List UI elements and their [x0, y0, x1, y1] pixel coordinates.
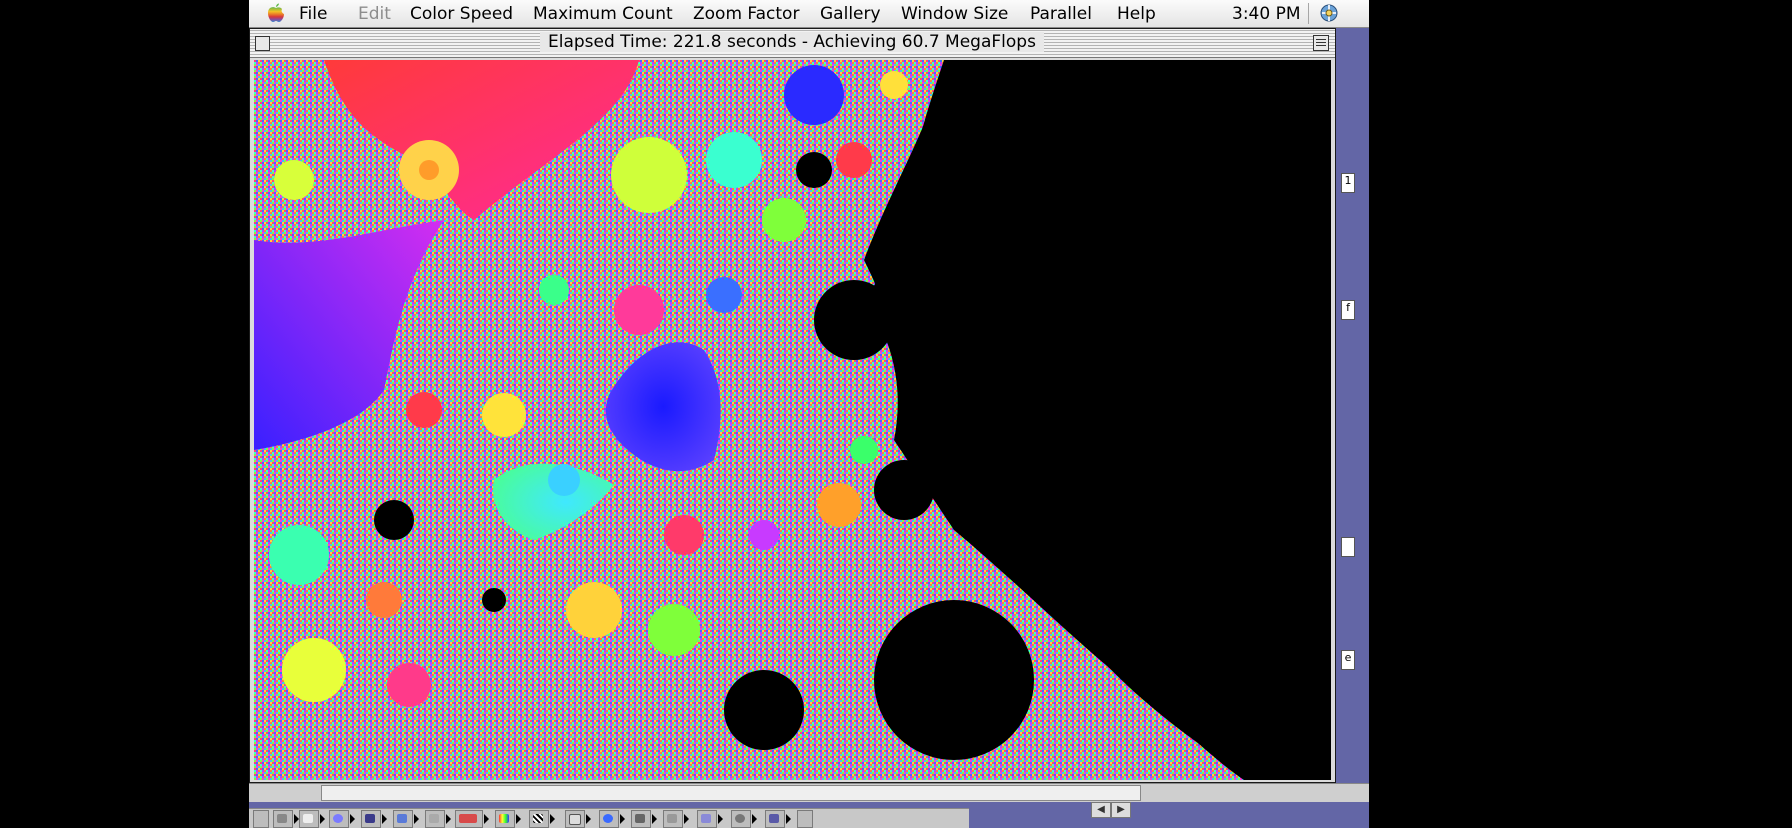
help-icon[interactable]: [731, 810, 757, 828]
fractal-window: Elapsed Time: 221.8 seconds - Achieving …: [249, 28, 1336, 783]
menubar-divider: [1308, 3, 1309, 24]
monitor-icon[interactable]: [361, 810, 387, 828]
keychain-icon[interactable]: [631, 810, 657, 828]
web-sharing-icon[interactable]: [765, 810, 791, 828]
sound-volume-icon[interactable]: [663, 810, 689, 828]
desktop-fragment[interactable]: 1: [1341, 173, 1355, 193]
fractal-canvas[interactable]: [254, 60, 1331, 780]
background-window-scrollbar[interactable]: [321, 785, 1141, 801]
desktop-fragment[interactable]: f: [1341, 300, 1355, 320]
scroll-left-arrow-icon[interactable]: ◀: [1091, 802, 1111, 818]
cd-icon[interactable]: [329, 810, 355, 828]
menu-window-size[interactable]: Window Size: [901, 4, 1008, 24]
collapse-box-icon[interactable]: [1313, 35, 1329, 51]
control-strip-module-icon[interactable]: [299, 810, 325, 828]
apple-logo-icon[interactable]: [265, 2, 287, 24]
window-title-bar[interactable]: Elapsed Time: 221.8 seconds - Achieving …: [250, 29, 1335, 58]
desktop-fragment[interactable]: [1341, 537, 1355, 557]
window-title: Elapsed Time: 221.8 seconds - Achieving …: [540, 32, 1044, 52]
remote-access-icon[interactable]: [599, 810, 625, 828]
menu-zoom-factor[interactable]: Zoom Factor: [693, 4, 799, 24]
close-box-icon[interactable]: [255, 36, 270, 51]
menubar-clock[interactable]: 3:40 PM: [1232, 4, 1301, 24]
menu-edit[interactable]: Edit: [358, 4, 391, 24]
menu-bar: File Edit Color Speed Maximum Count Zoom…: [249, 0, 1369, 28]
menu-parallel[interactable]: Parallel: [1030, 4, 1092, 24]
control-strip-module-icon[interactable]: [273, 810, 299, 828]
resolution-icon[interactable]: [529, 810, 555, 828]
appletalk-icon[interactable]: [697, 810, 723, 828]
fractal-image[interactable]: [254, 60, 1331, 780]
color-depth-icon[interactable]: [495, 810, 521, 828]
scroll-right-arrow-icon[interactable]: ▶: [1111, 802, 1131, 818]
menu-help[interactable]: Help: [1117, 4, 1156, 24]
menu-color-speed[interactable]: Color Speed: [410, 4, 513, 24]
desktop-fragment[interactable]: e: [1341, 650, 1355, 670]
menu-gallery[interactable]: Gallery: [820, 4, 881, 24]
printer-icon[interactable]: [565, 810, 591, 828]
menu-file[interactable]: File: [299, 4, 327, 24]
control-strip-arrow-icon[interactable]: [797, 810, 813, 828]
control-strip-tab-icon[interactable]: [253, 810, 269, 828]
application-switcher-icon[interactable]: [1317, 2, 1341, 24]
menu-maximum-count[interactable]: Maximum Count: [533, 4, 673, 24]
location-manager-icon[interactable]: [455, 810, 489, 828]
file-sharing-icon[interactable]: [393, 810, 419, 828]
lock-icon[interactable]: [425, 810, 451, 828]
desktop: 1 f e File Edit Color Speed Maximum Coun…: [249, 0, 1369, 828]
